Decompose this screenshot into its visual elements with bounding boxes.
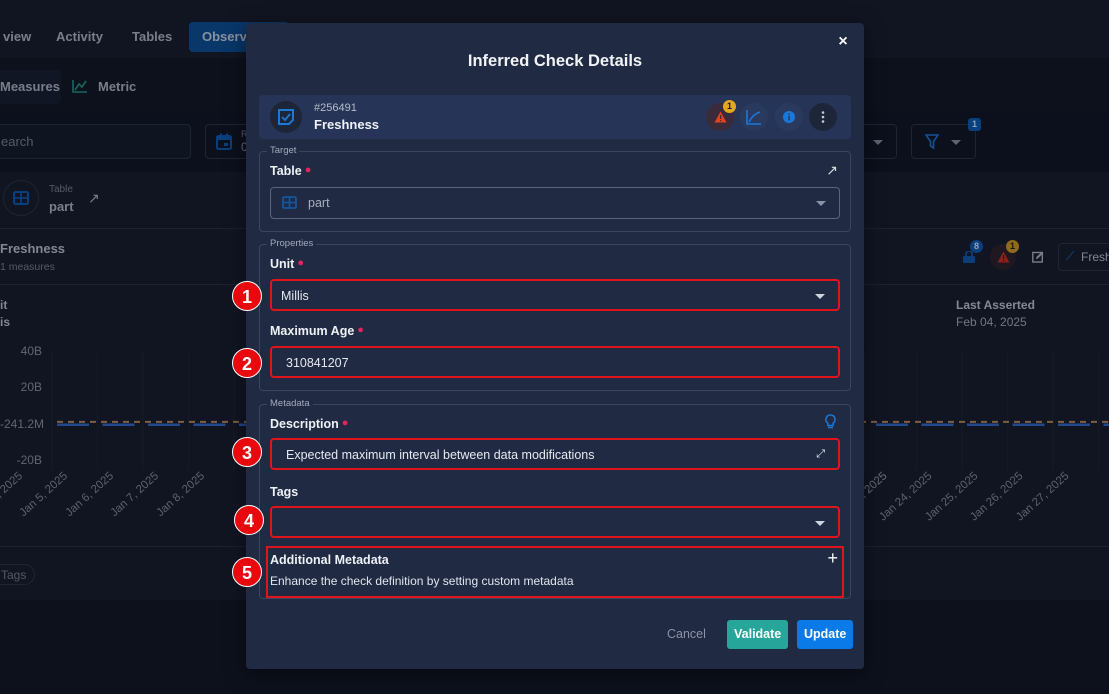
- annotation-marker-1: 1: [232, 281, 262, 311]
- properties-legend: Properties: [267, 238, 317, 249]
- additional-metadata-box: Additional Metadata + Enhance the check …: [266, 546, 844, 598]
- caret-down-icon: [815, 521, 825, 526]
- additional-metadata-title: Additional Metadata: [270, 553, 389, 567]
- target-section: Target Table ● ↗ part: [259, 145, 851, 232]
- info-icon: [783, 111, 795, 123]
- table-select[interactable]: part: [270, 187, 840, 219]
- annotation-marker-2: 2: [232, 348, 262, 378]
- more-vertical-icon: [821, 111, 825, 123]
- unit-value: Millis: [281, 289, 309, 303]
- check-summary: #256491 Freshness 1: [259, 95, 851, 139]
- check-name: Freshness: [314, 117, 380, 132]
- info-button[interactable]: [775, 103, 803, 131]
- caret-down-icon: [816, 201, 826, 206]
- description-input[interactable]: Expected maximum interval between data m…: [270, 438, 840, 470]
- properties-section: Properties Unit ● Millis Maximum Age ● 310…: [259, 238, 851, 391]
- inferred-check-details-modal: Inferred Check Details × #256491 Freshne…: [246, 23, 864, 669]
- more-options-button[interactable]: [809, 103, 837, 131]
- maximum-age-input[interactable]: 310841207: [270, 346, 840, 378]
- unit-select[interactable]: Millis: [270, 279, 840, 311]
- additional-metadata-text: Enhance the check definition by setting …: [270, 574, 574, 588]
- add-metadata-icon[interactable]: +: [827, 548, 838, 569]
- table-value: part: [308, 196, 330, 210]
- warning-icon: [714, 111, 726, 123]
- annotation-marker-5: 5: [232, 557, 262, 587]
- tags-label: Tags: [270, 485, 299, 499]
- annotation-marker-3: 3: [232, 437, 262, 467]
- maximum-age-label: Maximum Age ●: [270, 324, 364, 338]
- maximum-age-value: 310841207: [286, 356, 349, 370]
- metadata-section: Metadata Description ● Expected maximum i…: [259, 398, 851, 599]
- table-icon: [282, 196, 297, 212]
- tags-select[interactable]: [270, 506, 840, 538]
- target-legend: Target: [267, 145, 300, 156]
- check-id: #256491: [314, 102, 357, 114]
- external-link-icon[interactable]: ↗: [826, 162, 838, 179]
- expand-icon[interactable]: ⤢: [816, 448, 825, 461]
- annotation-marker-4: 4: [234, 505, 264, 535]
- chart-line-icon: [746, 110, 761, 125]
- validate-button[interactable]: Validate: [727, 620, 789, 649]
- description-value: Expected maximum interval between data m…: [286, 448, 595, 462]
- caret-down-icon: [815, 294, 825, 299]
- cancel-button[interactable]: Cancel: [660, 620, 713, 649]
- table-label: Table ●: [270, 164, 312, 178]
- metadata-legend: Metadata: [267, 398, 313, 409]
- warning-count-badge: 1: [723, 100, 736, 113]
- modal-title: Inferred Check Details: [467, 52, 643, 70]
- update-button[interactable]: Update: [797, 620, 854, 649]
- lightbulb-icon[interactable]: [825, 414, 836, 435]
- chart-button[interactable]: [740, 103, 768, 131]
- close-icon[interactable]: ×: [834, 33, 852, 51]
- check-icon: [270, 101, 302, 133]
- unit-label: Unit ●: [270, 257, 304, 271]
- description-label: Description ●: [270, 417, 349, 431]
